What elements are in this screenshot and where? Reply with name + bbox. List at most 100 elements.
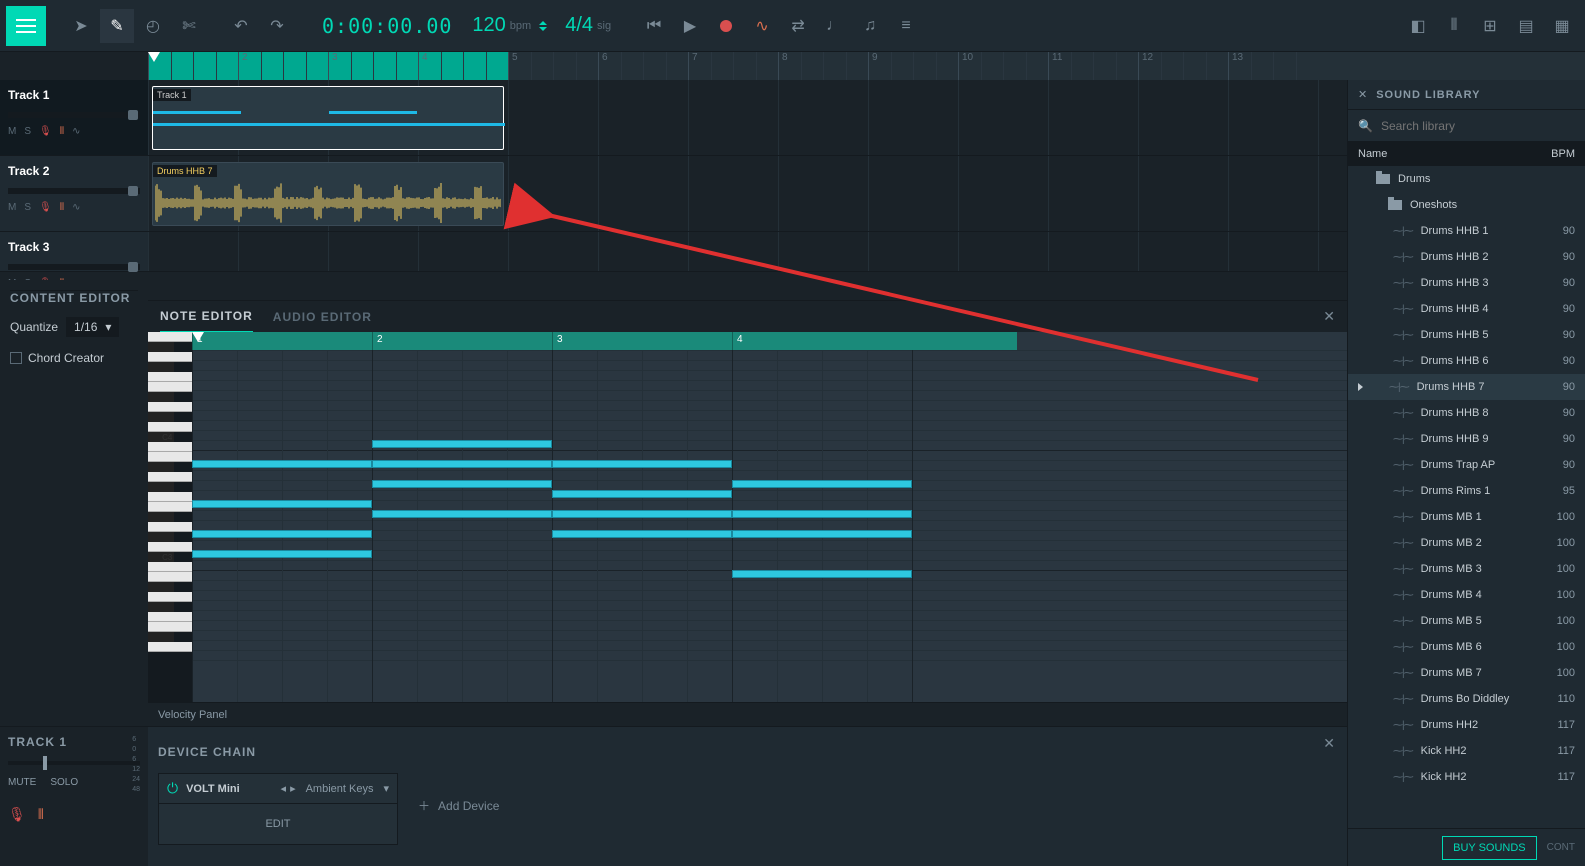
tab-audio-editor[interactable]: AUDIO EDITOR <box>273 302 372 332</box>
track-volume-slider[interactable] <box>8 112 140 118</box>
record-icon[interactable] <box>709 9 743 43</box>
midi-icon[interactable]: ⦀ <box>38 806 44 823</box>
midi-note[interactable] <box>372 440 552 448</box>
midi-note[interactable] <box>732 510 912 518</box>
timeline-ruler[interactable]: 12345678910111213 <box>148 52 1585 80</box>
solo-button[interactable]: S <box>24 126 31 137</box>
library-item[interactable]: ⁓|⁓Drums HHB 690 <box>1348 348 1585 374</box>
library-item[interactable]: ⁓|⁓Drums MB 1100 <box>1348 504 1585 530</box>
library-item[interactable]: ⁓|⁓Kick HH2117 <box>1348 764 1585 790</box>
countin-icon[interactable]: ♫ <box>853 9 887 43</box>
automation-icon[interactable]: ∿ <box>72 202 80 213</box>
midi-note[interactable] <box>192 460 372 468</box>
timecode-display[interactable]: 0:00:00.00 <box>312 14 462 38</box>
library-item[interactable]: ⁓|⁓Drums HHB 790 <box>1348 374 1585 400</box>
track-header[interactable]: Track 1 MS🎙⦀∿ <box>0 80 148 156</box>
panel-toggle-3-icon[interactable]: ⊞ <box>1473 9 1507 43</box>
metronome-icon[interactable]: ♩ <box>817 9 851 43</box>
power-icon[interactable]: ⏻ <box>167 780 178 797</box>
clip[interactable]: Track 1 <box>152 86 504 150</box>
library-item[interactable]: ⁓|⁓Drums Bo Diddley110 <box>1348 686 1585 712</box>
rewind-icon[interactable]: ⏮ <box>637 9 671 43</box>
track-header[interactable]: Track 2 MS🎙⦀∿ <box>0 156 148 232</box>
track-lane[interactable]: Track 1 <box>148 80 1347 156</box>
solo-button[interactable]: SOLO <box>50 777 78 788</box>
midi-note[interactable] <box>192 550 372 558</box>
play-icon[interactable]: ▶ <box>673 9 707 43</box>
bpm-spinner[interactable] <box>539 21 547 31</box>
track-lane[interactable] <box>148 232 1347 272</box>
record-arm-icon[interactable]: 🎙 <box>39 126 52 137</box>
piano-keyboard[interactable]: C4C3 <box>148 332 192 702</box>
midi-note[interactable] <box>552 530 732 538</box>
midi-note[interactable] <box>192 500 372 508</box>
midi-note[interactable] <box>552 490 732 498</box>
library-item[interactable]: ⁓|⁓Drums HHB 490 <box>1348 296 1585 322</box>
chevron-right-icon[interactable]: ▸ <box>290 782 296 795</box>
stopwatch-icon[interactable]: ◴ <box>136 9 170 43</box>
library-item[interactable]: ⁓|⁓Drums MB 7100 <box>1348 660 1585 686</box>
col-bpm[interactable]: BPM <box>1551 148 1575 160</box>
chevron-left-icon[interactable]: ◂ <box>281 782 287 795</box>
panel-toggle-2-icon[interactable]: ⦀ <box>1437 9 1471 43</box>
record-arm-icon[interactable]: 🎙 <box>8 806 26 823</box>
pencil-tool-icon[interactable]: ✎ <box>100 9 134 43</box>
midi-note[interactable] <box>372 510 552 518</box>
midi-note[interactable] <box>732 570 912 578</box>
tab-note-editor[interactable]: NOTE EDITOR <box>160 301 253 333</box>
panel-toggle-4-icon[interactable]: ▤ <box>1509 9 1543 43</box>
library-item[interactable]: ⁓|⁓Drums HHB 290 <box>1348 244 1585 270</box>
library-item[interactable]: ⁓|⁓Drums Rims 195 <box>1348 478 1585 504</box>
close-device-icon[interactable]: ✕ <box>1323 735 1335 752</box>
note-grid[interactable]: 1234 <box>192 332 1347 702</box>
library-item[interactable]: ⁓|⁓Drums HHB 390 <box>1348 270 1585 296</box>
undo-icon[interactable]: ↶ <box>224 9 258 43</box>
midi-icon[interactable]: ⦀ <box>60 202 64 213</box>
col-name[interactable]: Name <box>1358 148 1387 160</box>
redo-icon[interactable]: ↷ <box>260 9 294 43</box>
panel-toggle-5-icon[interactable]: ▦ <box>1545 9 1579 43</box>
library-item[interactable]: ⁓|⁓Drums HHB 990 <box>1348 426 1585 452</box>
library-item[interactable]: ⁓|⁓Drums MB 3100 <box>1348 556 1585 582</box>
library-item[interactable]: ⁓|⁓Drums HHB 590 <box>1348 322 1585 348</box>
mute-button[interactable]: M <box>8 202 16 213</box>
velocity-panel-label[interactable]: Velocity Panel <box>148 702 1347 726</box>
clip[interactable]: Drums HHB 7 <box>152 162 504 226</box>
pointer-tool-icon[interactable]: ➤ <box>64 9 98 43</box>
edit-device-button[interactable]: EDIT <box>159 804 397 844</box>
midi-note[interactable] <box>732 480 912 488</box>
library-item[interactable]: ⁓|⁓Kick HH2117 <box>1348 738 1585 764</box>
track-header[interactable]: Track 3 MS🎙⦀∿ <box>0 232 148 272</box>
mixer-icon[interactable]: ≡ <box>889 9 923 43</box>
solo-button[interactable]: S <box>24 202 31 213</box>
midi-note[interactable] <box>372 460 552 468</box>
automation-icon[interactable]: ∿ <box>72 126 80 137</box>
preset-selector[interactable]: ◂ ▸ Ambient Keys ▾ <box>281 782 389 795</box>
midi-note[interactable] <box>192 530 372 538</box>
library-item[interactable]: ⁓|⁓Drums MB 2100 <box>1348 530 1585 556</box>
library-item[interactable]: ⁓|⁓Drums MB 4100 <box>1348 582 1585 608</box>
midi-note[interactable] <box>732 530 912 538</box>
track-volume-slider[interactable] <box>8 264 140 270</box>
midi-note[interactable] <box>552 510 732 518</box>
mute-button[interactable]: M <box>8 126 16 137</box>
track-volume-slider[interactable] <box>8 188 140 194</box>
automation-icon[interactable]: ∿ <box>745 9 779 43</box>
midi-note[interactable] <box>552 460 732 468</box>
quantize-select[interactable]: 1/16 ▾ <box>66 317 119 337</box>
menu-button[interactable] <box>6 6 46 46</box>
scissors-icon[interactable]: ✄ <box>172 9 206 43</box>
close-editor-icon[interactable]: ✕ <box>1323 308 1335 325</box>
timesig-control[interactable]: 4/4 sig <box>557 14 619 37</box>
midi-note[interactable] <box>372 480 552 488</box>
loop-icon[interactable]: ⇄ <box>781 9 815 43</box>
midi-icon[interactable]: ⦀ <box>60 126 64 137</box>
chord-creator-checkbox[interactable] <box>10 352 22 364</box>
library-item[interactable]: ⁓|⁓Drums Trap AP90 <box>1348 452 1585 478</box>
library-item[interactable]: ⁓|⁓Drums HHB 890 <box>1348 400 1585 426</box>
folder-item[interactable]: Drums <box>1348 166 1585 192</box>
library-item[interactable]: ⁓|⁓Drums MB 6100 <box>1348 634 1585 660</box>
track-lane[interactable]: Drums HHB 7 <box>148 156 1347 232</box>
add-device-button[interactable]: ＋ Add Device <box>418 797 499 814</box>
library-item[interactable]: ⁓|⁓Drums MB 5100 <box>1348 608 1585 634</box>
